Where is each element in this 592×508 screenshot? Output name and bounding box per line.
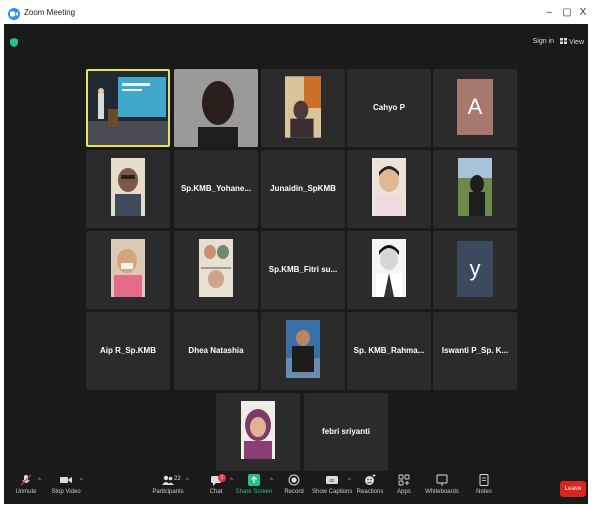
mic-muted-icon [20, 474, 32, 486]
shared-screen-video [88, 71, 168, 145]
svg-text:cc: cc [330, 478, 336, 484]
sign-in-link[interactable]: Sign in [533, 38, 554, 46]
restore-button[interactable]: ▢ [560, 7, 574, 18]
participant-tile[interactable]: Cahyo P [347, 69, 431, 147]
participant-name: Cahyo P [372, 103, 405, 112]
notes-icon [479, 474, 489, 486]
grid-view-icon [560, 38, 567, 44]
show-captions-label: Show Captions [312, 489, 353, 495]
zoom-logo-icon [8, 8, 20, 20]
participant-name: Aip R_Sp.KMB [100, 346, 156, 355]
notes-button[interactable]: Notes [464, 474, 504, 495]
participant-video [372, 239, 406, 297]
participants-label: Participants [152, 489, 184, 495]
participant-tile[interactable]: Aip R_Sp.KMB [86, 312, 170, 390]
participant-name: Dhea Natashia [188, 346, 244, 355]
title-bar: Zoom Meeting – ▢ X [4, 4, 588, 24]
participant-tile-avatar[interactable]: y [433, 231, 517, 309]
apps-label: Apps [397, 489, 411, 495]
whiteboard-icon [436, 474, 448, 486]
record-label: Record [284, 489, 304, 495]
unmute-button[interactable]: Unmute ^ [6, 474, 46, 495]
zoom-window: Zoom Meeting – ▢ X Sign in View Cahyo P … [4, 4, 588, 504]
participant-name: Sp. KMB_Rahma... [353, 346, 425, 355]
share-screen-button[interactable]: Share Screen ^ [234, 474, 274, 495]
participant-tile-video[interactable] [86, 150, 170, 228]
participant-tile[interactable]: Sp. KMB_Rahma... [347, 312, 431, 390]
chat-caret-icon[interactable]: ^ [230, 478, 233, 484]
whiteboards-button[interactable]: Whiteboards [422, 474, 462, 495]
video-options-caret-icon[interactable]: ^ [80, 478, 83, 484]
view-label: View [568, 39, 584, 46]
participant-tile-video[interactable] [261, 312, 345, 390]
reactions-icon [365, 474, 376, 485]
shield-icon[interactable] [10, 38, 18, 47]
participant-name: Junaidin_SpKMB [270, 184, 336, 193]
participant-name: Iswanti P_Sp. K... [441, 346, 509, 355]
show-captions-button[interactable]: cc Show Captions ^ [312, 474, 352, 495]
share-screen-icon [248, 474, 260, 486]
participant-tile[interactable]: Sp.KMB_Yohane... [174, 150, 258, 228]
meeting-info-bar: Sign in View [4, 24, 588, 64]
apps-button[interactable]: Apps [384, 474, 424, 495]
participant-tile-screen[interactable] [86, 69, 170, 147]
chat-badge: 1 [218, 474, 226, 482]
captions-icon: cc [326, 476, 338, 484]
whiteboards-label: Whiteboards [425, 489, 459, 495]
participant-tile[interactable]: Iswanti P_Sp. K... [433, 312, 517, 390]
participant-name: febri sriyanti [321, 427, 370, 436]
apps-icon [398, 474, 410, 486]
leave-button[interactable]: Leave [560, 481, 586, 497]
share-caret-icon[interactable]: ^ [270, 478, 273, 484]
participant-video [111, 158, 145, 216]
participant-tile-avatar[interactable]: A [433, 69, 517, 147]
participant-video [174, 69, 258, 147]
participant-tile-video[interactable] [347, 231, 431, 309]
video-camera-icon [60, 477, 72, 483]
participant-tile-video[interactable] [86, 231, 170, 309]
avatar-letter: y [457, 241, 493, 297]
stop-video-button[interactable]: Stop Video ^ [46, 474, 86, 495]
participant-tile-video[interactable] [174, 69, 258, 147]
unmute-label: Unmute [15, 489, 37, 495]
participant-video [372, 158, 406, 216]
participant-video [285, 76, 321, 138]
participant-name: Sp.KMB_Yohane... [180, 184, 252, 193]
participant-tile[interactable]: Junaidin_SpKMB [261, 150, 345, 228]
participant-tile[interactable]: Dhea Natashia [174, 312, 258, 390]
notes-label: Notes [476, 489, 492, 495]
chat-label: Chat [209, 489, 223, 495]
participant-video [199, 239, 233, 297]
participant-video [458, 158, 492, 216]
participant-tile-video[interactable] [347, 150, 431, 228]
participants-caret-icon[interactable]: ^ [186, 478, 189, 484]
close-button[interactable]: X [576, 7, 588, 18]
participant-tile-video[interactable] [433, 150, 517, 228]
chat-button[interactable]: 1 Chat ^ [196, 474, 236, 495]
participant-tile[interactable]: febri sriyanti [304, 393, 388, 471]
participant-video [111, 239, 145, 297]
meeting-toolbar: Unmute ^ Stop Video ^ Participants 22 ^ [4, 472, 588, 504]
participant-name: Sp.KMB_Fitri su... [268, 265, 338, 274]
record-icon [288, 474, 300, 486]
minimize-button[interactable]: – [542, 7, 556, 18]
participant-tile-video[interactable] [174, 231, 258, 309]
participant-video [241, 401, 275, 459]
participants-button[interactable]: Participants 22 ^ [148, 474, 189, 495]
participant-tile[interactable]: Sp.KMB_Fitri su... [261, 231, 345, 309]
window-title: Zoom Meeting [24, 8, 76, 17]
share-screen-label: Share Screen [235, 489, 273, 495]
view-button[interactable]: View [560, 38, 584, 46]
participant-tile-video[interactable] [216, 393, 300, 471]
record-button[interactable]: Record [274, 474, 314, 495]
avatar-letter: A [457, 79, 493, 135]
participants-icon [162, 475, 174, 485]
audio-options-caret-icon[interactable]: ^ [38, 478, 41, 484]
participant-video [286, 320, 320, 378]
participants-count: 22 [174, 476, 181, 482]
participant-tile-video[interactable] [261, 69, 345, 147]
stop-video-label: Stop Video [51, 489, 81, 495]
